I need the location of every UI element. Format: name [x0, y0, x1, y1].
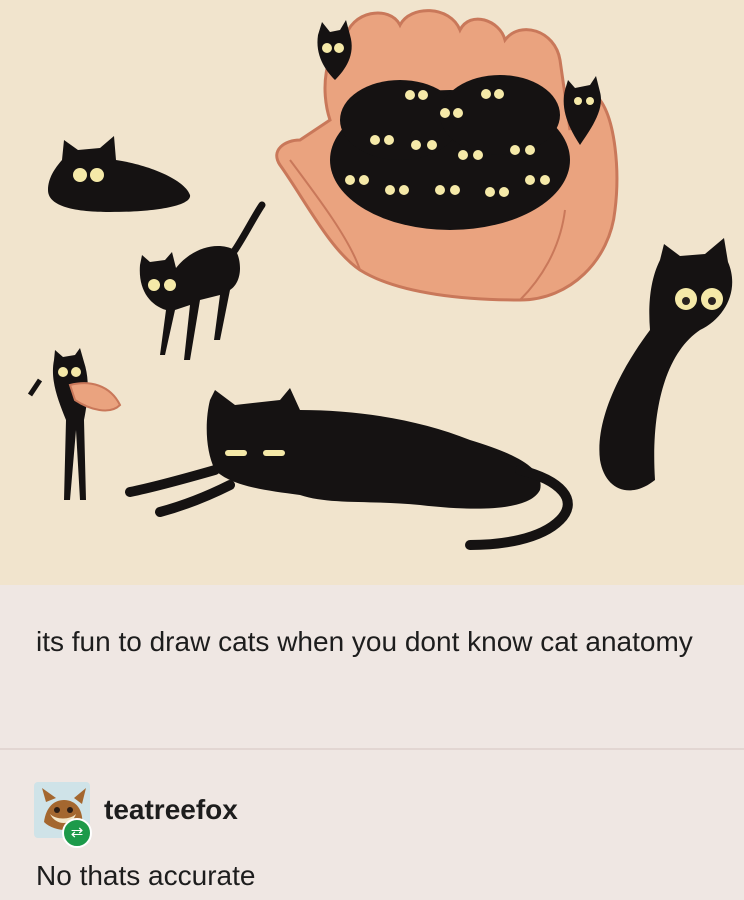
cat-illustration: [27, 9, 733, 550]
post-caption-area: [0, 585, 744, 748]
loaf-cat: [48, 136, 191, 212]
post: its fun to draw cats when you dont know …: [0, 0, 744, 900]
reblog-username[interactable]: teatreefox: [104, 794, 238, 826]
reblog-text: No thats accurate: [36, 860, 256, 891]
cat-pile: [330, 75, 570, 230]
lying-cat: [125, 388, 573, 550]
sitting-cat: [599, 238, 733, 491]
post-caption: its fun to draw cats when you dont know …: [36, 626, 693, 657]
post-image: [0, 0, 744, 585]
reblog-icon: ⇄: [62, 818, 92, 848]
dangling-cat: [27, 348, 122, 500]
arched-cat: [139, 201, 266, 360]
